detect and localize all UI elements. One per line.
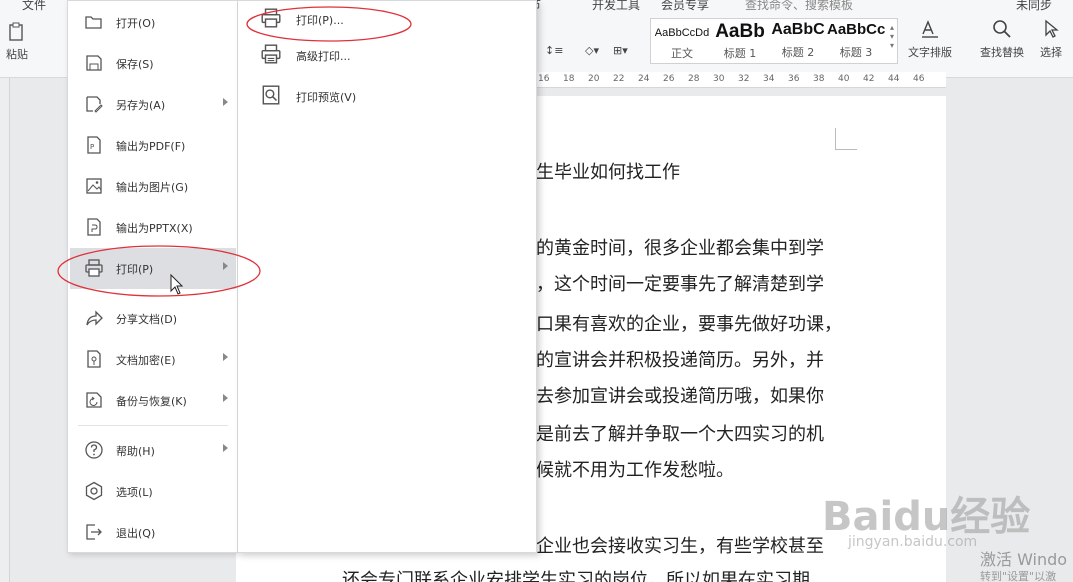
annotation-layer bbox=[57, 6, 412, 297]
annotation-ellipse-print bbox=[57, 245, 261, 297]
annotation-ellipse-submenu bbox=[246, 6, 412, 42]
mouse-cursor-icon bbox=[170, 273, 184, 295]
